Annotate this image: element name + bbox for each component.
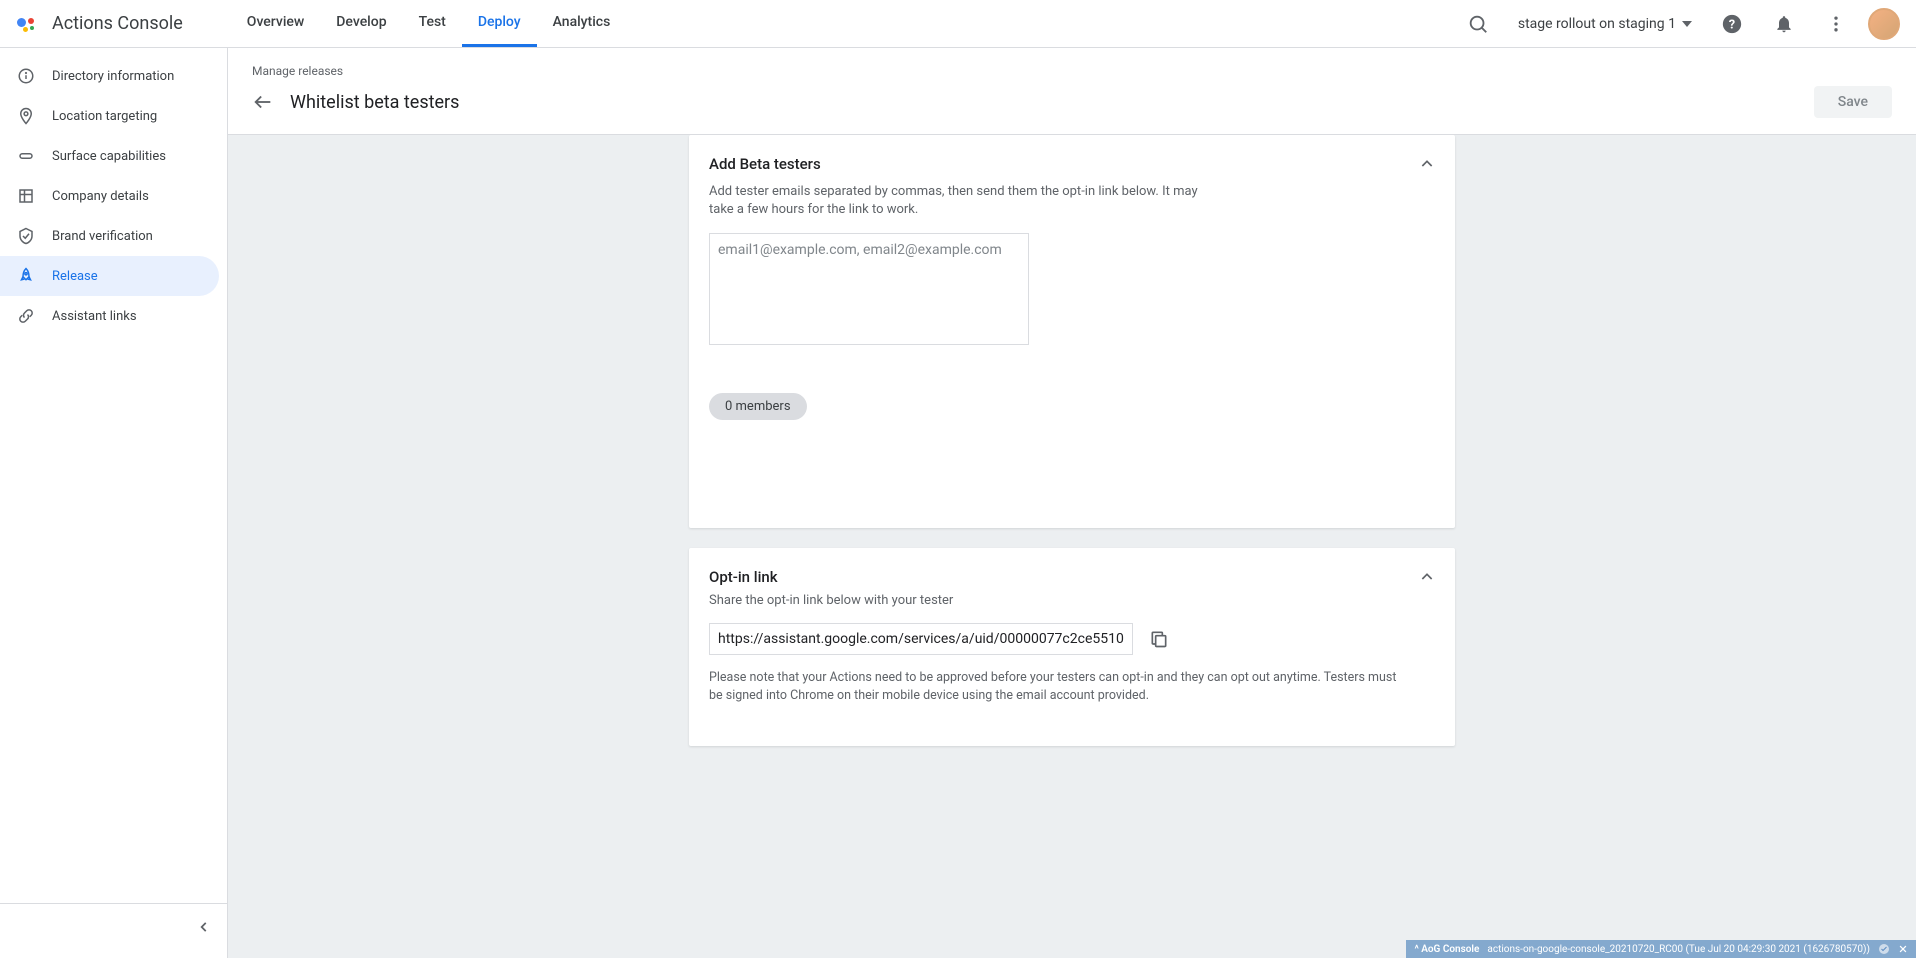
sidebar-item-label: Company details — [52, 189, 149, 204]
app-title: Actions Console — [52, 13, 183, 34]
chevron-up-icon — [1419, 569, 1435, 585]
card-title: Opt-in link — [709, 568, 778, 586]
card-description: Add tester emails separated by commas, t… — [709, 183, 1209, 219]
card-description: Share the opt-in link below with your te… — [709, 592, 1209, 610]
card-add-beta-testers: Add Beta testers Add tester emails separ… — [689, 135, 1455, 528]
sidebar-item-release[interactable]: Release — [0, 256, 219, 296]
tab-overview[interactable]: Overview — [231, 0, 320, 47]
sidebar-item-label: Directory information — [52, 69, 174, 84]
sidebar-item-label: Brand verification — [52, 229, 153, 244]
build-title: ^ AoG Console — [1414, 944, 1479, 955]
project-selector[interactable]: stage rollout on staging 1 — [1510, 16, 1700, 32]
assistant-icon — [16, 12, 40, 36]
card-opt-in-link: Opt-in link Share the opt-in link below … — [689, 548, 1455, 746]
tab-analytics[interactable]: Analytics — [537, 0, 627, 47]
topbar: Actions Console Overview Develop Test De… — [0, 0, 1916, 48]
top-navigation: Overview Develop Test Deploy Analytics — [231, 0, 626, 47]
tester-emails-input[interactable] — [709, 233, 1029, 345]
sidebar-item-location-targeting[interactable]: Location targeting — [0, 96, 219, 136]
sidebar-item-company-details[interactable]: Company details — [0, 176, 219, 216]
members-chip[interactable]: 0 members — [709, 393, 807, 420]
avatar[interactable] — [1868, 8, 1900, 40]
sidebar-item-label: Release — [52, 269, 98, 284]
search-icon[interactable] — [1458, 4, 1498, 44]
tab-deploy[interactable]: Deploy — [462, 0, 537, 47]
info-icon — [16, 66, 36, 86]
build-string: actions-on-google-console_20210720_RC00 … — [1487, 944, 1870, 955]
sidebar-item-label: Surface capabilities — [52, 149, 166, 164]
collapse-button[interactable] — [181, 912, 227, 942]
copy-button[interactable] — [1149, 629, 1169, 649]
sidebar-item-label: Location targeting — [52, 109, 157, 124]
arrow-left-icon — [252, 91, 274, 113]
app-logo[interactable]: Actions Console — [16, 12, 183, 36]
opt-in-note: Please note that your Actions need to be… — [709, 669, 1409, 707]
save-button[interactable]: Save — [1814, 86, 1892, 118]
check-icon — [1878, 943, 1890, 955]
chevron-up-icon — [1419, 156, 1435, 172]
help-icon[interactable]: ? — [1712, 4, 1752, 44]
content-area: Add Beta testers Add tester emails separ… — [228, 135, 1916, 958]
breadcrumb: Manage releases — [252, 64, 1892, 78]
tab-develop[interactable]: Develop — [320, 0, 402, 47]
page-title: Whitelist beta testers — [290, 92, 459, 113]
dropdown-icon — [1682, 21, 1692, 27]
svg-text:?: ? — [1729, 17, 1735, 32]
topbar-right: stage rollout on staging 1 ? — [1458, 4, 1900, 44]
opt-in-link-input[interactable] — [709, 623, 1133, 655]
rocket-icon — [16, 266, 36, 286]
link-icon — [16, 306, 36, 326]
sidebar-item-brand-verification[interactable]: Brand verification — [0, 216, 219, 256]
sidebar-item-surface-capabilities[interactable]: Surface capabilities — [0, 136, 219, 176]
back-button[interactable] — [252, 91, 274, 113]
subheader: Manage releases Whitelist beta testers S… — [228, 48, 1916, 135]
notifications-icon[interactable] — [1764, 4, 1804, 44]
collapse-card-button[interactable] — [1419, 569, 1435, 585]
sidebar-item-label: Assistant links — [52, 309, 137, 324]
build-badge[interactable]: ^ AoG Console actions-on-google-console_… — [1406, 940, 1916, 958]
sidebar-item-directory-information[interactable]: Directory information — [0, 56, 219, 96]
card-title: Add Beta testers — [709, 155, 821, 173]
company-icon — [16, 186, 36, 206]
more-icon[interactable] — [1816, 4, 1856, 44]
copy-icon — [1149, 629, 1169, 649]
sidebar-collapse — [0, 903, 227, 950]
location-icon — [16, 106, 36, 126]
shield-icon — [16, 226, 36, 246]
chevron-left-icon — [197, 920, 211, 934]
tab-test[interactable]: Test — [403, 0, 462, 47]
sidebar: Directory information Location targeting… — [0, 48, 228, 958]
collapse-card-button[interactable] — [1419, 156, 1435, 172]
project-name: stage rollout on staging 1 — [1518, 16, 1676, 32]
surface-icon — [16, 146, 36, 166]
close-icon[interactable] — [1898, 944, 1908, 954]
sidebar-item-assistant-links[interactable]: Assistant links — [0, 296, 219, 336]
